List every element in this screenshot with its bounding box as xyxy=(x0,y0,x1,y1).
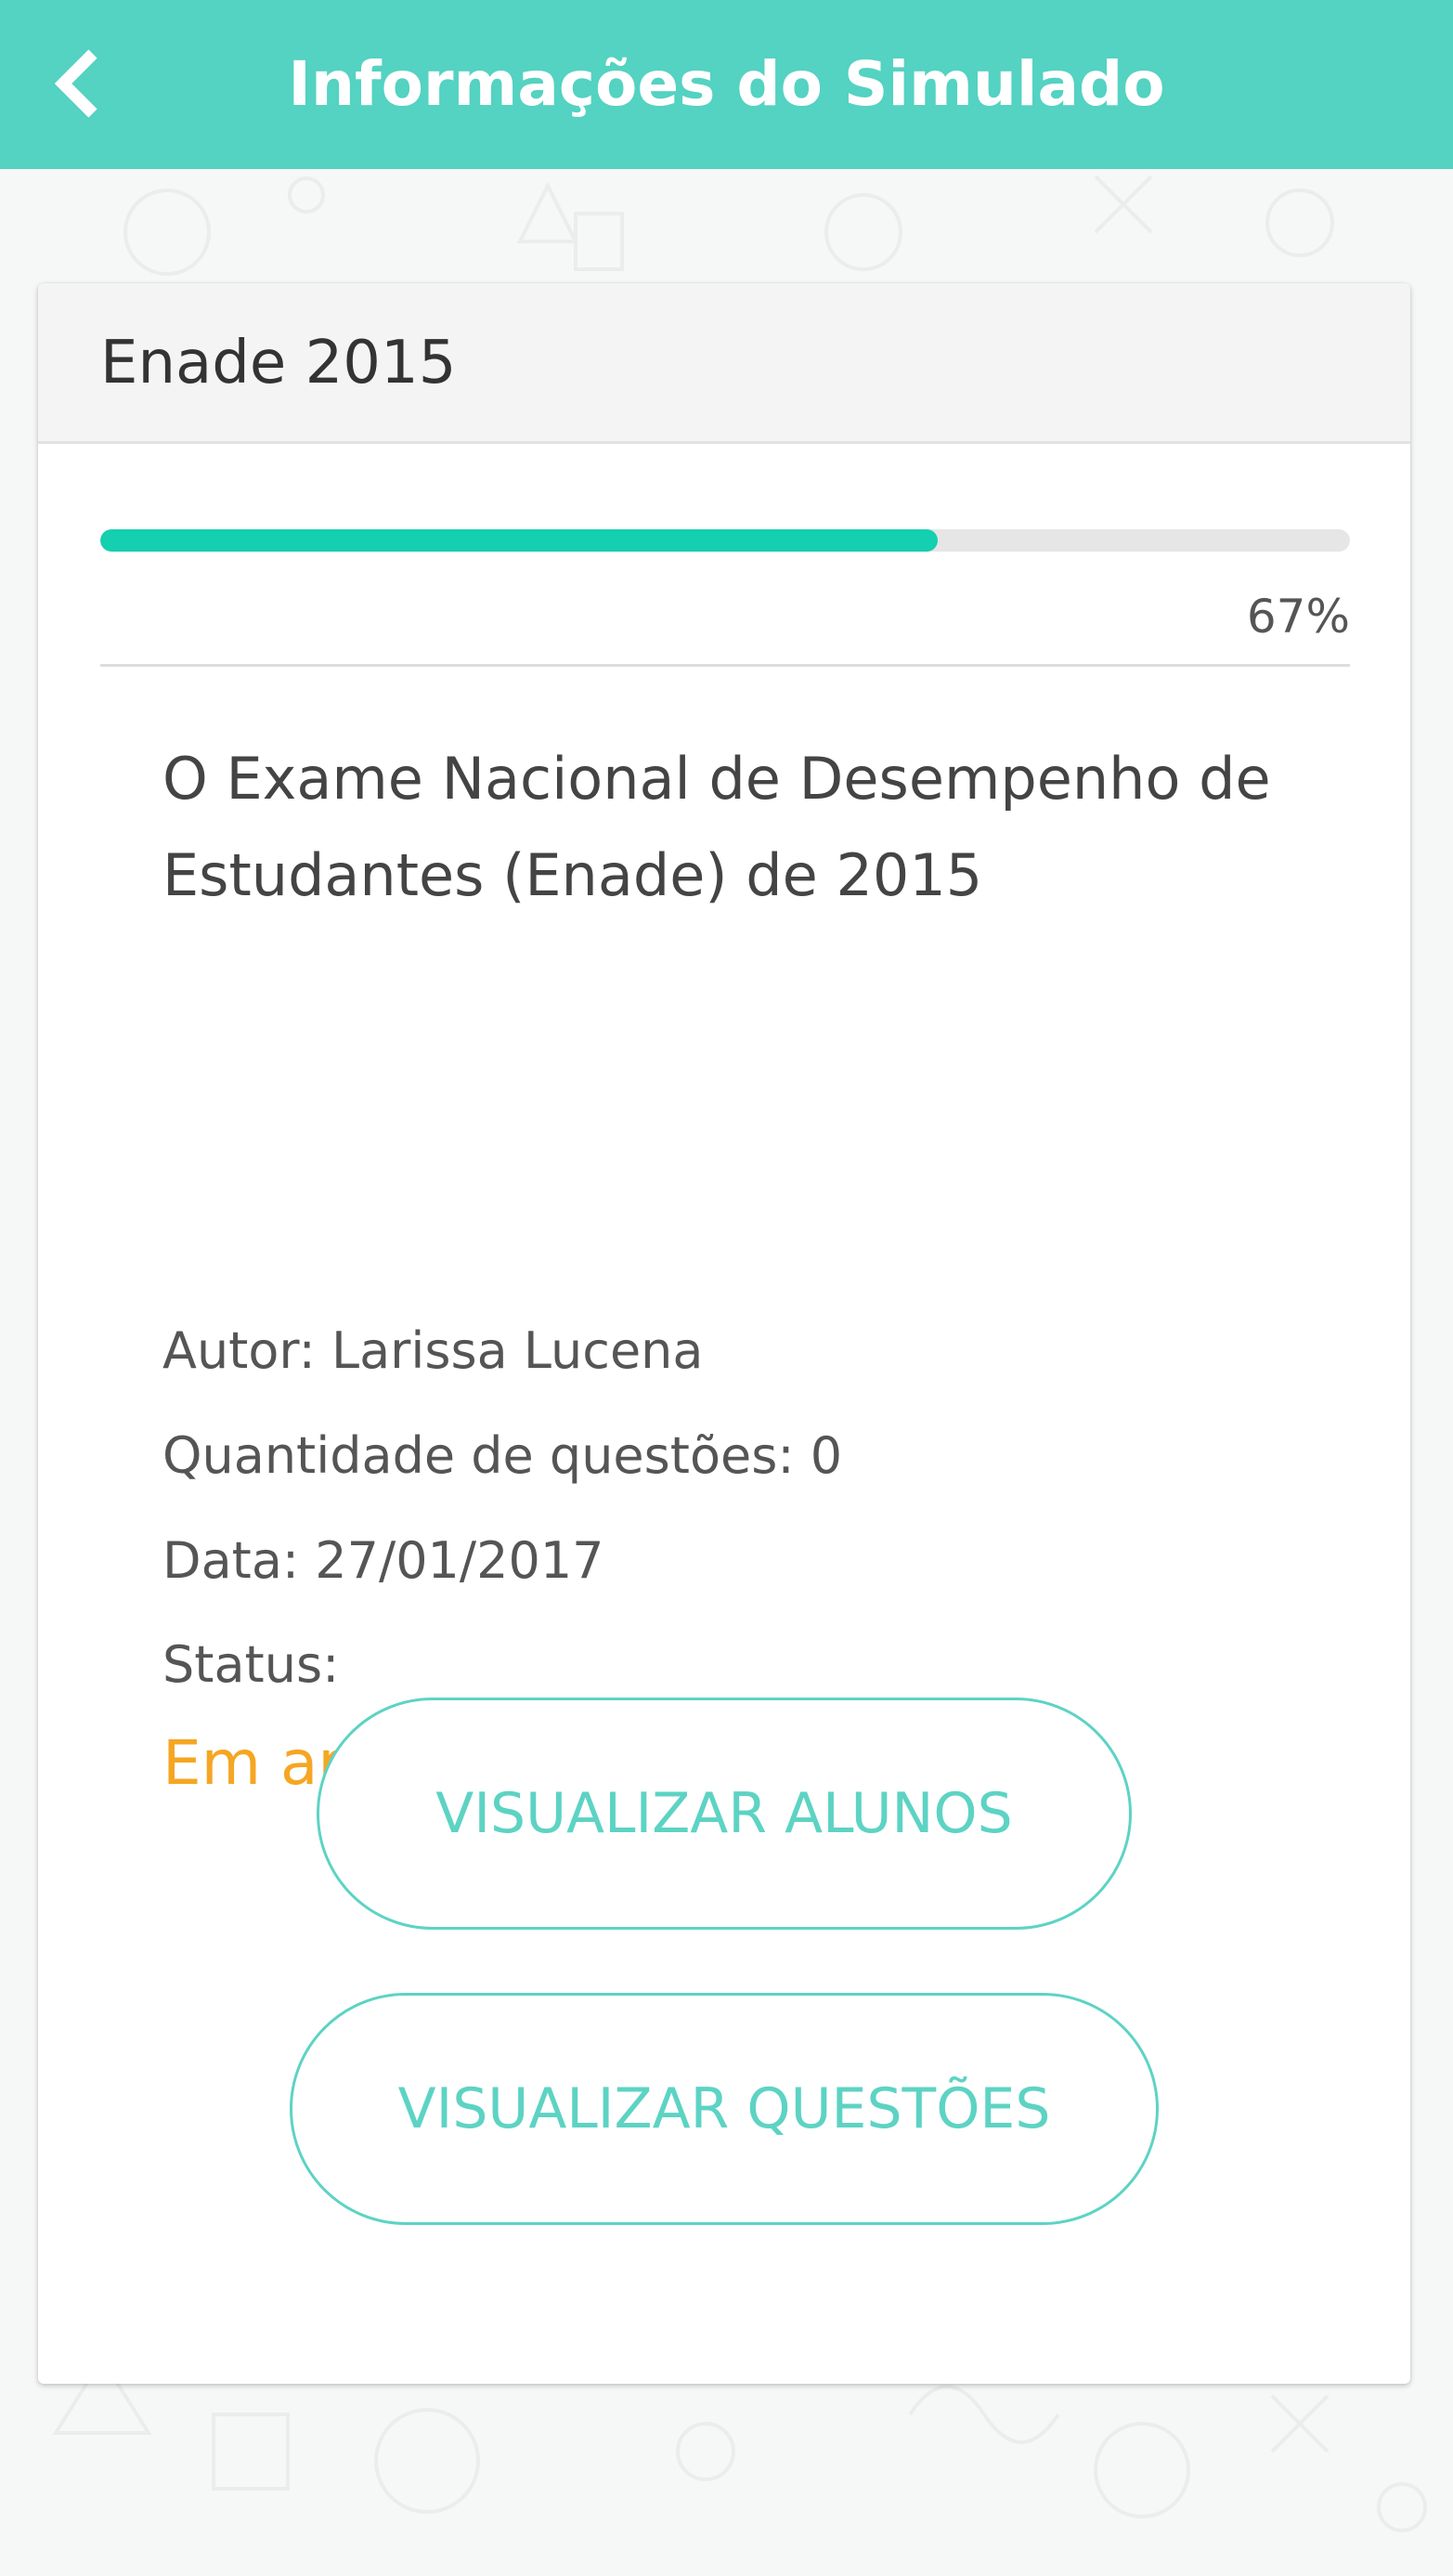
author-text: Autor: Larissa Lucena xyxy=(162,1321,704,1380)
simulation-title: Enade 2015 xyxy=(100,329,457,397)
status-label: Status: xyxy=(162,1635,340,1694)
progress-bar xyxy=(100,529,1350,552)
view-questions-button[interactable]: VISUALIZAR QUESTÕES xyxy=(290,1993,1159,2225)
chevron-left-icon xyxy=(54,49,97,118)
simulation-description: O Exame Nacional de Desempenho de Estuda… xyxy=(162,745,1271,909)
card-header: Enade 2015 xyxy=(38,283,1410,444)
progress-fill xyxy=(100,529,938,552)
page-title: Informações do Simulado xyxy=(288,48,1165,120)
app-header: Informações do Simulado xyxy=(0,0,1453,169)
view-students-button[interactable]: VISUALIZAR ALUNOS xyxy=(317,1698,1132,1930)
back-button[interactable] xyxy=(28,33,130,135)
question-count-text: Quantidade de questões: 0 xyxy=(162,1426,843,1485)
divider xyxy=(100,664,1350,667)
date-text: Data: 27/01/2017 xyxy=(162,1531,604,1590)
progress-percent-label: 67% xyxy=(1246,590,1350,644)
simulation-card: Enade 2015 67% O Exame Nacional de Desem… xyxy=(38,283,1410,2384)
